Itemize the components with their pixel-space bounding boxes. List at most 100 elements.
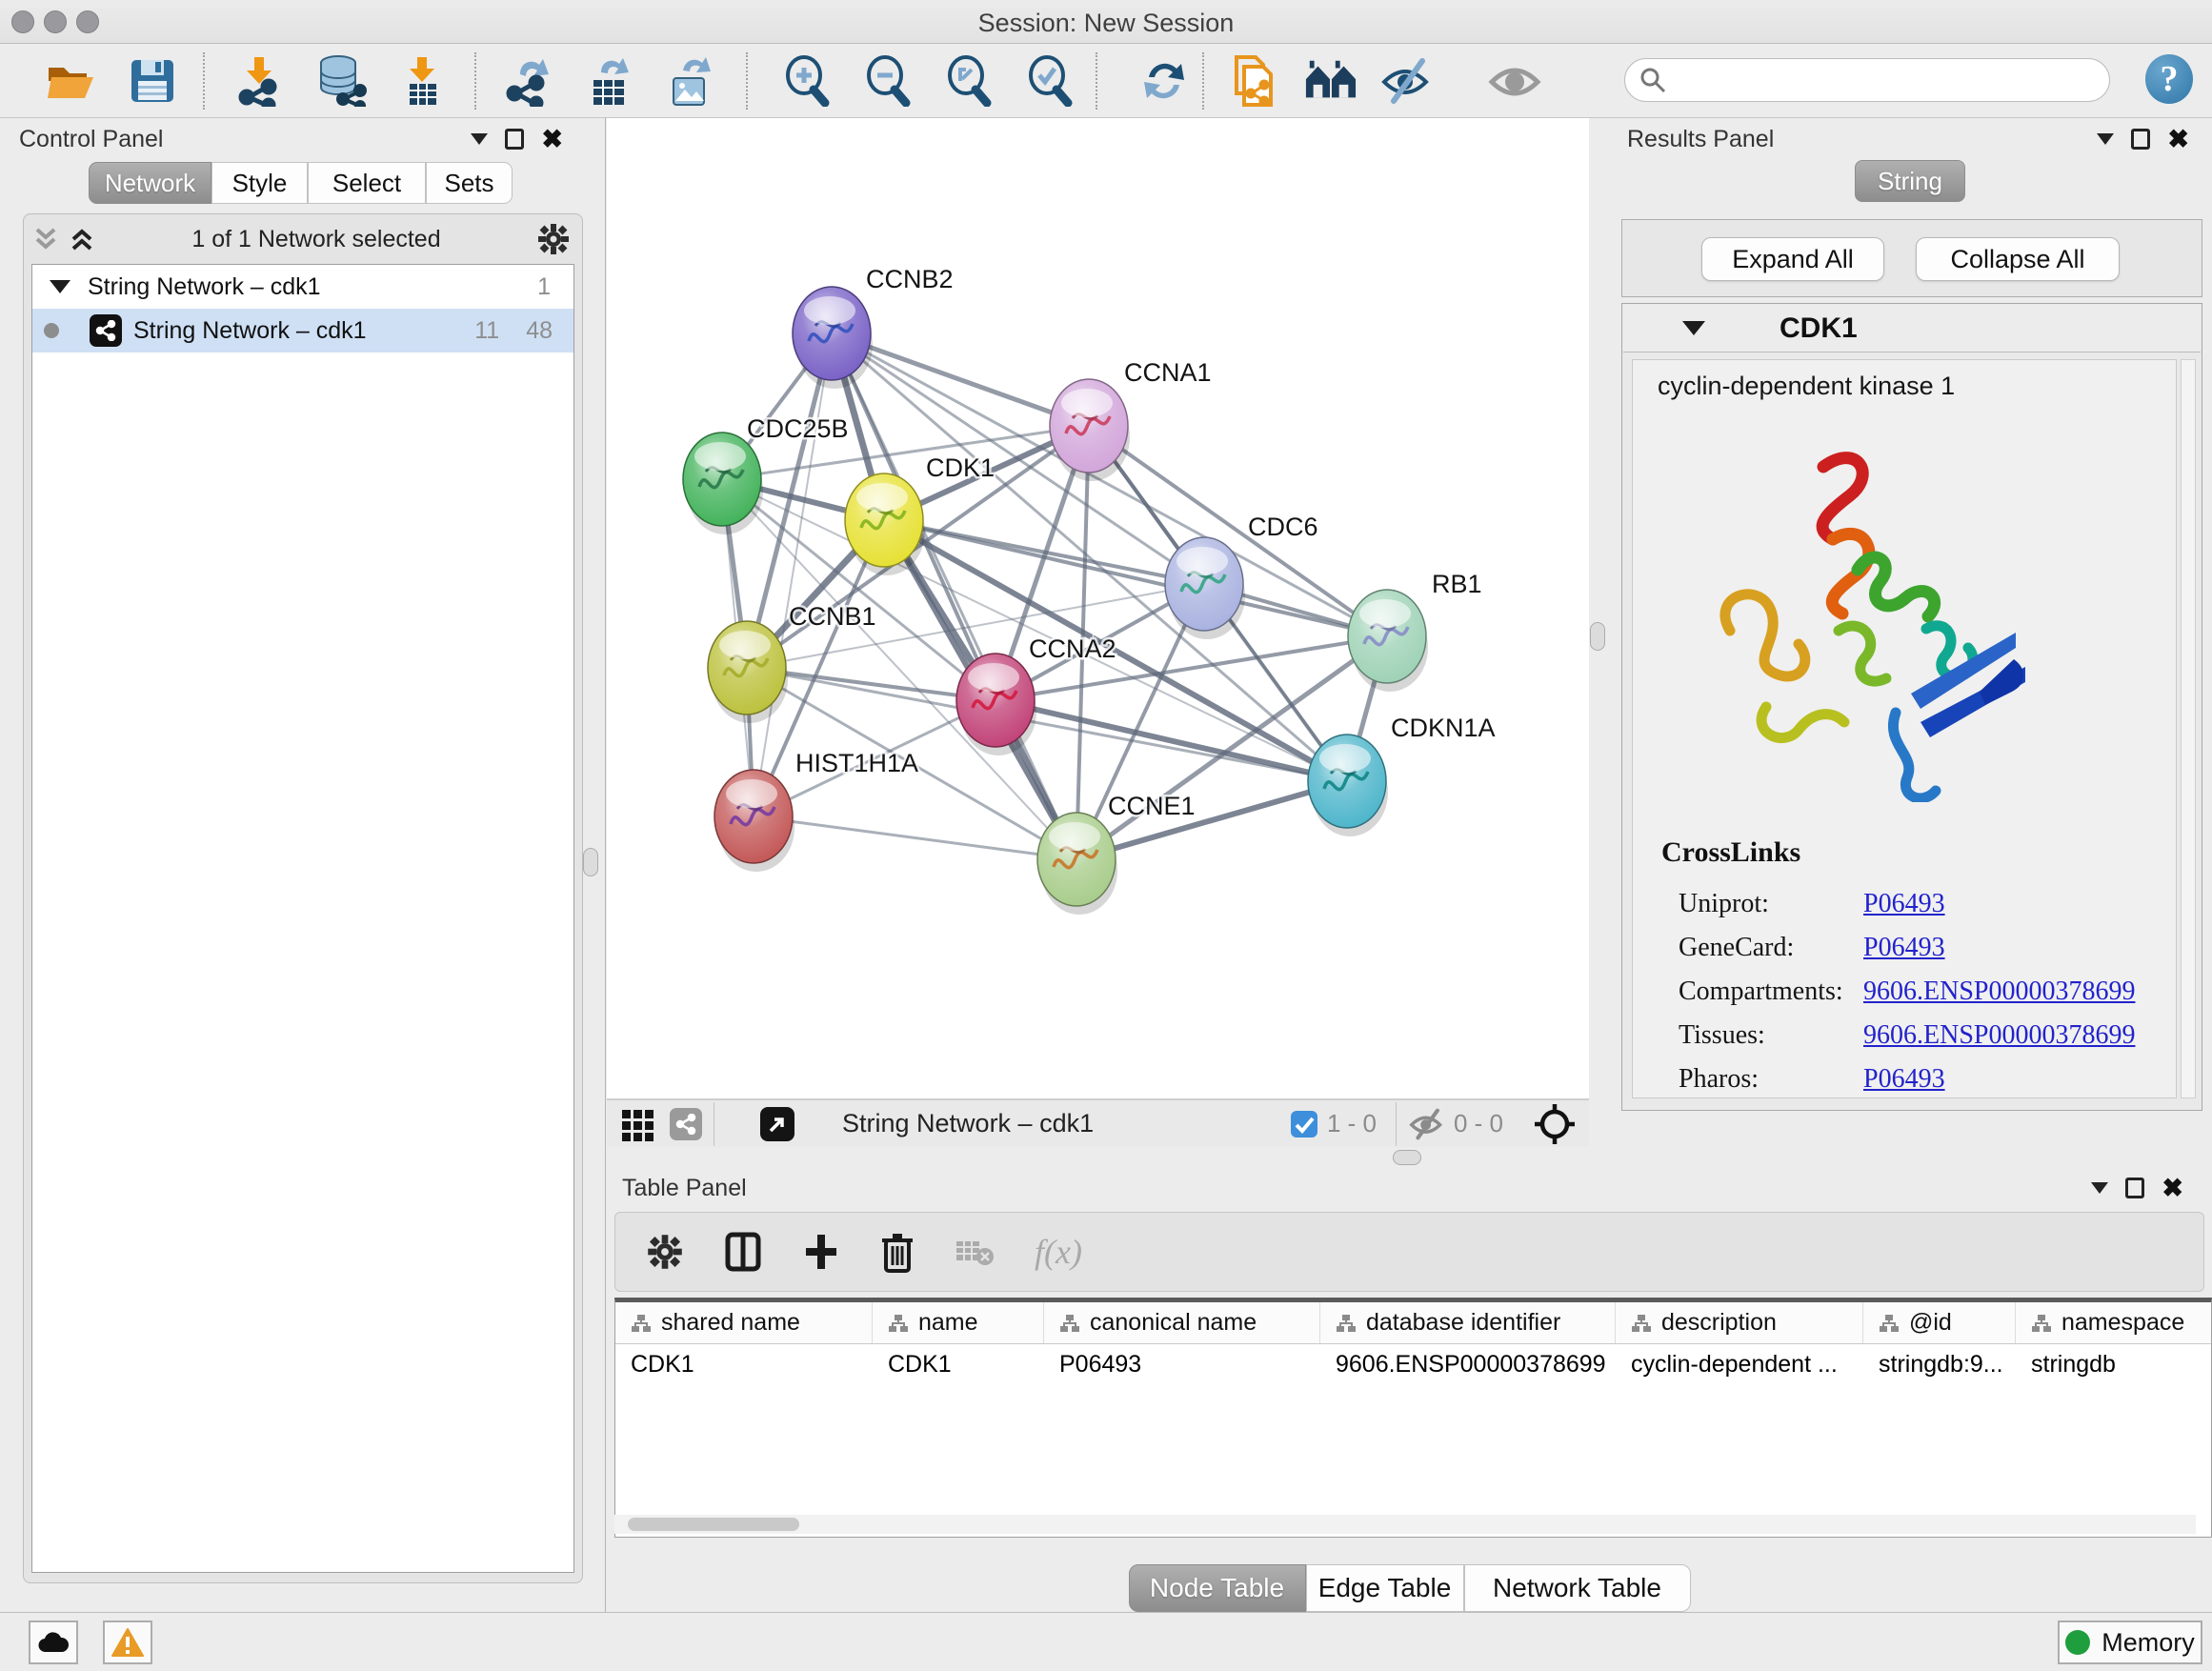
show-columns-icon[interactable] (724, 1231, 762, 1273)
function-builder-icon[interactable]: f(x) (1035, 1232, 1082, 1272)
crosslink-link[interactable]: P06493 (1863, 1064, 1945, 1095)
column-header-namespace[interactable]: namespace (2016, 1302, 2212, 1343)
column-header-id[interactable]: @id (1863, 1302, 2016, 1343)
column-header-name[interactable]: name (873, 1302, 1044, 1343)
save-session-button[interactable] (126, 54, 179, 108)
node-HIST1H1A[interactable] (714, 770, 794, 872)
scrollbar-thumb[interactable] (628, 1518, 799, 1531)
node-CCNB1[interactable] (708, 621, 788, 723)
expand-all-button[interactable]: Expand All (1701, 237, 1884, 281)
warning-status-button[interactable] (103, 1621, 152, 1664)
add-column-icon[interactable] (802, 1231, 840, 1273)
hide-selected-button[interactable] (1380, 54, 1434, 108)
network-graph[interactable]: CCNB2CCNA1CDC25BCDK1CDC6RB1CCNB1CCNA2CDK… (607, 118, 1589, 1099)
network-canvas[interactable]: CCNB2CCNA1CDC25BCDK1CDC6RB1CCNB1CCNA2CDK… (607, 118, 1589, 1099)
splitter-grip[interactable] (1393, 1150, 1421, 1165)
show-all-button[interactable] (1488, 54, 1541, 108)
table-cell[interactable]: cyclin-dependent ... (1616, 1344, 1863, 1384)
refresh-button[interactable] (1137, 54, 1191, 108)
table-cell[interactable]: P06493 (1044, 1344, 1320, 1384)
export-network-button[interactable] (502, 54, 555, 108)
collection-expand-icon[interactable] (50, 280, 70, 293)
network-row[interactable]: String Network – cdk1 11 48 (32, 309, 573, 352)
tab-network-table[interactable]: Network Table (1464, 1564, 1691, 1612)
edge-CCNB2-HIST1H1A[interactable] (754, 333, 832, 816)
column-header-sharedname[interactable]: shared name (615, 1302, 873, 1343)
import-network-file-button[interactable] (232, 54, 286, 108)
node-CCNE1[interactable] (1037, 813, 1117, 915)
column-header-description[interactable]: description (1616, 1302, 1863, 1343)
edge-CCNA2-CDKN1A[interactable] (995, 700, 1347, 781)
tab-string[interactable]: String (1855, 160, 1965, 202)
node-CCNA1[interactable] (1050, 379, 1130, 481)
node-CDC25B[interactable] (683, 433, 763, 534)
close-panel-icon[interactable]: ✖ (2162, 1178, 2183, 1198)
node-table[interactable]: shared namenamecanonical namedatabase id… (614, 1298, 2212, 1538)
node-RB1[interactable] (1348, 590, 1428, 692)
float-panel-icon[interactable] (2097, 133, 2114, 145)
help-button[interactable]: ? (2145, 54, 2193, 104)
node-CCNA2[interactable] (956, 654, 1036, 755)
toolbar-search[interactable] (1624, 58, 2110, 102)
crosslink-link[interactable]: 9606.ENSP00000378699 (1863, 1020, 2135, 1051)
zoom-in-button[interactable] (780, 54, 834, 108)
column-header-canonicalname[interactable]: canonical name (1044, 1302, 1320, 1343)
search-input[interactable] (1667, 67, 2109, 93)
zoom-selected-button[interactable] (1023, 54, 1076, 108)
float-panel-icon[interactable] (2091, 1182, 2108, 1194)
maximize-panel-icon[interactable] (2125, 1178, 2144, 1198)
clone-network-button[interactable] (1228, 54, 1281, 108)
expand-all-icon[interactable] (68, 224, 96, 254)
node-CCNB2[interactable] (793, 287, 873, 389)
crosslink-link[interactable]: P06493 (1863, 933, 1945, 963)
table-cell[interactable]: stringdb:9... (1863, 1344, 2016, 1384)
import-network-database-button[interactable] (314, 54, 368, 108)
result-entry-header[interactable]: CDK1 (1623, 305, 2201, 352)
first-neighbors-button[interactable] (1304, 54, 1357, 108)
selected-nodes-checkbox-icon[interactable] (1289, 1109, 1319, 1139)
delete-table-icon[interactable] (955, 1236, 995, 1268)
crosslink-link[interactable]: 9606.ENSP00000378699 (1863, 976, 2135, 1007)
cloud-status-button[interactable] (29, 1621, 78, 1664)
edge-HIST1H1A-CCNE1[interactable] (754, 816, 1076, 859)
hidden-eye-slash-icon[interactable] (1408, 1108, 1446, 1140)
zoom-out-button[interactable] (861, 54, 915, 108)
tab-edge-table[interactable]: Edge Table (1306, 1564, 1464, 1612)
open-session-button[interactable] (44, 54, 97, 108)
node-CDKN1A[interactable] (1308, 735, 1388, 836)
table-settings-gear-icon[interactable] (646, 1233, 684, 1271)
tab-network[interactable]: Network (89, 162, 211, 204)
delete-column-icon[interactable] (880, 1231, 915, 1273)
collapse-all-button[interactable]: Collapse All (1916, 237, 2120, 281)
crosslink-link[interactable]: P06493 (1863, 889, 1945, 919)
network-options-gear-icon[interactable] (536, 222, 571, 256)
results-scrollbar[interactable] (2181, 359, 2196, 1098)
tab-sets[interactable]: Sets (426, 162, 513, 204)
tab-style[interactable]: Style (211, 162, 308, 204)
tab-node-table[interactable]: Node Table (1129, 1564, 1306, 1612)
network-view-mode-icon[interactable] (670, 1108, 702, 1140)
maximize-panel-icon[interactable] (2131, 129, 2150, 150)
maximize-panel-icon[interactable] (505, 129, 524, 150)
zoom-fit-button[interactable] (942, 54, 995, 108)
table-horizontal-scrollbar[interactable] (614, 1515, 2196, 1534)
detach-view-icon[interactable] (760, 1107, 794, 1141)
edge-CCNB2-RB1[interactable] (832, 333, 1387, 636)
import-table-file-button[interactable] (395, 54, 449, 108)
entry-collapse-icon[interactable] (1682, 321, 1705, 335)
birds-eye-crosshair-icon[interactable] (1534, 1103, 1576, 1145)
tab-select[interactable]: Select (308, 162, 426, 204)
node-CDC6[interactable] (1165, 537, 1245, 639)
export-table-button[interactable] (583, 54, 636, 108)
grid-view-icon[interactable] (620, 1106, 656, 1142)
table-cell[interactable]: stringdb (2016, 1344, 2212, 1384)
network-collection-row[interactable]: String Network – cdk1 1 (32, 265, 573, 309)
splitter-grip[interactable] (583, 848, 598, 876)
table-cell[interactable]: 9606.ENSP00000378699 (1320, 1344, 1616, 1384)
export-image-button[interactable] (663, 54, 716, 108)
table-cell[interactable]: CDK1 (873, 1344, 1044, 1384)
column-header-databaseidentifier[interactable]: database identifier (1320, 1302, 1616, 1343)
table-row[interactable]: CDK1CDK1P064939606.ENSP00000378699cyclin… (615, 1344, 2211, 1384)
node-CDK1[interactable] (845, 473, 925, 575)
collapse-all-icon[interactable] (31, 224, 60, 254)
